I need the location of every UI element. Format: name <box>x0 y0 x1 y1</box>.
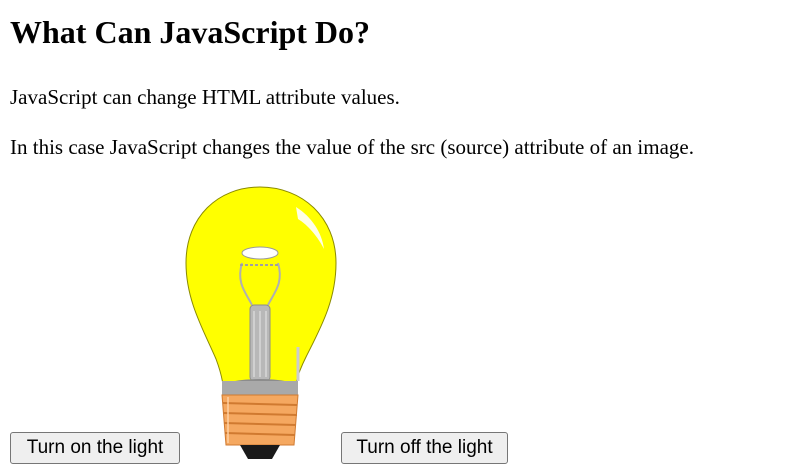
intro-paragraph: JavaScript can change HTML attribute val… <box>10 85 400 109</box>
explanation-paragraph: In this case JavaScript changes the valu… <box>10 135 694 159</box>
turn-on-light-button[interactable]: Turn on the light <box>10 432 180 464</box>
lightbulb-on-icon <box>185 186 337 459</box>
page-heading: What Can JavaScript Do? <box>10 14 371 50</box>
turn-off-light-button[interactable]: Turn off the light <box>341 432 508 464</box>
